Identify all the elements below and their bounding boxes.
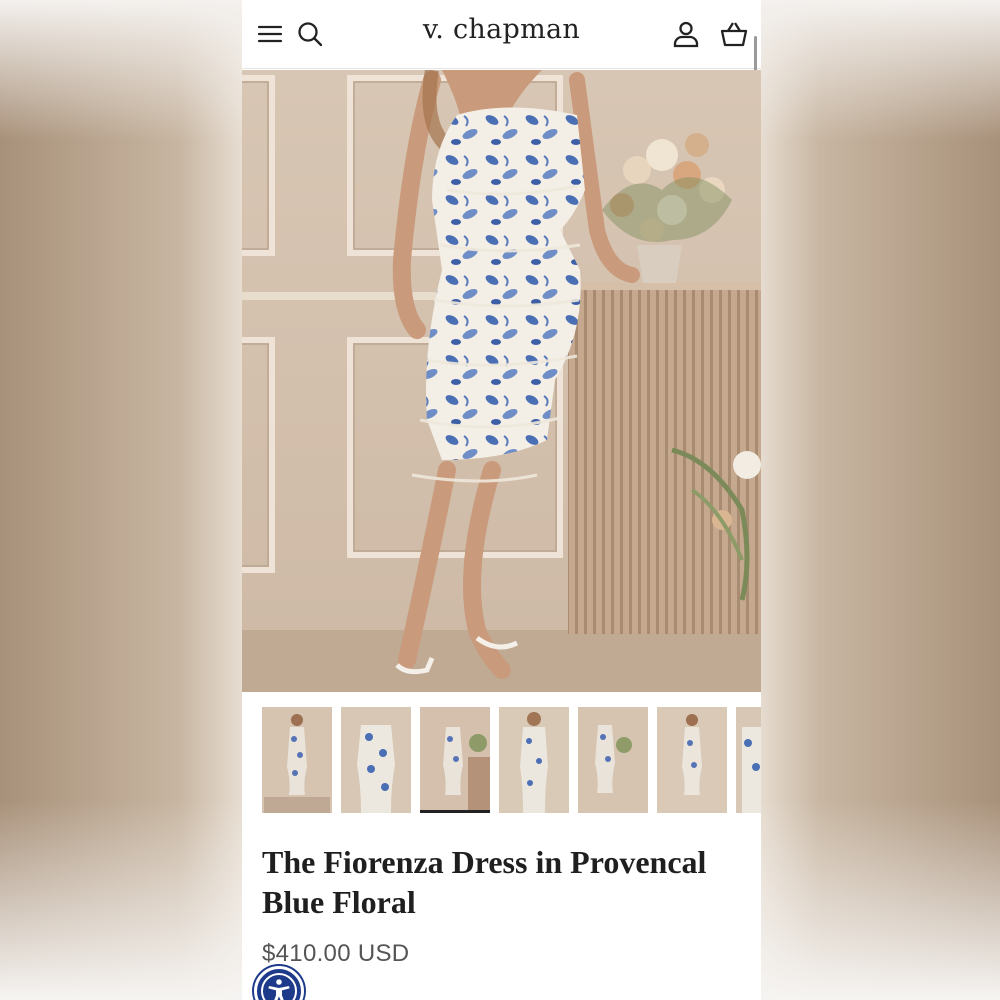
- thumbnail-5[interactable]: [578, 707, 648, 813]
- site-header: v. chapman: [242, 0, 761, 69]
- thumbnail-6[interactable]: [657, 707, 727, 813]
- product-title: The Fiorenza Dress in Provencal Blue Flo…: [262, 844, 707, 920]
- product-price: $410.00 USD: [262, 940, 410, 967]
- thumbnail-7[interactable]: [736, 707, 761, 813]
- thumbnail-1[interactable]: [262, 707, 332, 813]
- thumbnail-strip: [262, 707, 761, 813]
- thumbnail-2[interactable]: [341, 707, 411, 813]
- cart-icon[interactable]: [720, 20, 748, 48]
- thumbnail-3[interactable]: [420, 707, 490, 813]
- accessibility-icon[interactable]: [254, 966, 304, 1000]
- product-main-image[interactable]: [242, 70, 761, 692]
- account-icon[interactable]: [672, 20, 700, 48]
- mobile-page: v. chapman The Fiorenza Dress in Provenc…: [242, 0, 761, 1000]
- thumbnail-4[interactable]: [499, 707, 569, 813]
